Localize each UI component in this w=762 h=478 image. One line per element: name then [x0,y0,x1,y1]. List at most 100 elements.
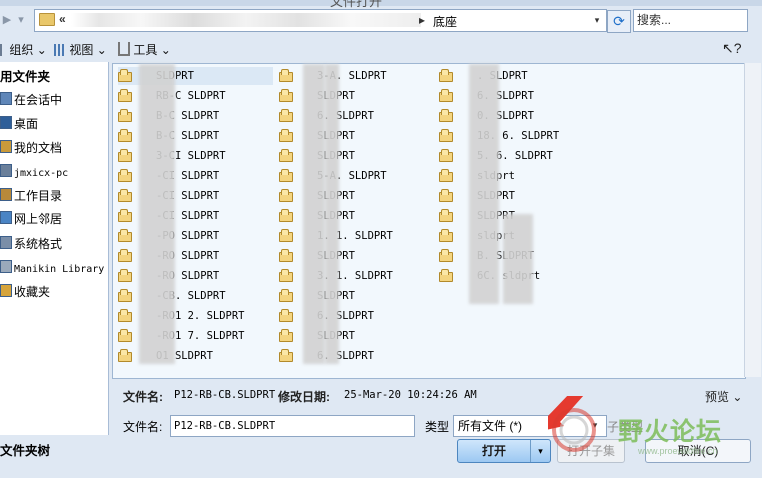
part-file-icon [279,169,293,182]
filename-label: 文件名: [123,420,163,434]
part-file-icon [279,269,293,282]
documents-icon [0,140,12,153]
file-item[interactable]: -RO1 2. SLDPRT [118,307,245,325]
sidebar-item-label: 桌面 [14,117,39,131]
part-file-icon [279,329,293,342]
view-icon [54,44,66,56]
part-file-icon [279,249,293,262]
watermark-url: www.proewildfire.cn [638,446,718,456]
part-file-icon [118,309,132,322]
part-file-icon [439,69,453,82]
organize-menu[interactable]: 组织 ⌄ [0,41,47,58]
part-file-icon [439,269,453,282]
sidebar-item-label: 在会话中 [14,93,63,107]
part-file-icon [279,129,293,142]
part-file-icon [118,149,132,162]
organize-icon [0,44,6,56]
details-modified-value: 25-Mar-20 10:24:26 AM [344,389,477,401]
part-file-icon [439,109,453,122]
watermark-text: 野火论坛 [618,418,723,446]
part-file-icon [118,89,132,102]
part-file-icon [439,249,453,262]
redaction-block [325,64,339,364]
tools-label: 工具 [133,43,158,57]
sidebar-item-label: jmxicx-pc [14,168,69,179]
sidebar-item-label: 工作目录 [14,189,63,203]
part-file-icon [118,209,132,222]
part-file-icon [118,249,132,262]
toolbar [0,37,762,61]
open-dropdown-icon[interactable]: ▾ [530,440,550,462]
sidebar-item-2[interactable]: 我的文档 [0,138,62,158]
part-file-icon [439,169,453,182]
part-file-icon [279,229,293,242]
sidebar-item-label: 我的文档 [14,141,63,155]
refresh-icon[interactable]: ⟳ [607,10,631,33]
redaction-block [303,64,325,364]
address-bar[interactable]: « ▸ 底座 [34,9,607,32]
sidebar-item-0[interactable]: 在会话中 [0,90,62,110]
redaction-block [503,214,533,304]
chevron-down-icon: ⌄ [160,43,171,57]
chevron-down-icon: ⌄ [96,43,107,57]
part-file-icon [439,89,453,102]
open-button[interactable]: 打开 ▾ [457,439,551,463]
chevron-left-icon[interactable]: « [59,12,66,26]
type-label: 类型 [425,420,450,434]
part-file-icon [118,289,132,302]
part-file-icon [279,109,293,122]
details-modified-label: 修改日期: [278,390,330,404]
common-folders-header: 用文件夹 [0,70,51,84]
redacted-path [71,13,421,27]
desktop-icon [0,116,12,129]
sidebar-item-7[interactable]: Manikin Library [0,258,104,278]
part-file-icon [279,289,293,302]
details-filename-value: P12-RB-CB.SLDPRT [174,389,276,401]
part-file-icon [439,149,453,162]
sidebar-item-4[interactable]: 工作目录 [0,186,62,206]
part-file-icon [279,349,293,362]
session-icon [0,92,12,105]
search-input[interactable]: 搜索... [633,9,748,32]
folder-icon [39,13,55,26]
vertical-scrollbar[interactable] [744,63,761,377]
address-dropdown-icon[interactable]: ▾ [590,10,604,31]
sidebar-item-label: 系统格式 [14,237,63,251]
network-icon [0,211,12,224]
sidebar-item-label: 网上邻居 [14,212,63,226]
view-menu[interactable]: 视图 ⌄ [54,41,107,58]
folder-tree-toggle[interactable]: 文件夹树 [0,440,50,459]
part-file-icon [118,189,132,202]
part-file-icon [439,129,453,142]
file-item[interactable]: 18. 6. SLDPRT [439,127,559,145]
redaction-block [139,64,175,364]
breadcrumb-current-folder[interactable]: 底座 [433,13,457,30]
manikin-icon [0,260,12,273]
organize-label: 组织 [9,43,34,57]
file-list[interactable]: SLDPRTRB-C SLDPRTB-C SLDPRTB-C SLDPRT3-C… [112,63,746,379]
favorites-icon [0,284,12,297]
chevron-down-icon: ⌄ [36,43,47,57]
sidebar-item-8[interactable]: 收藏夹 [0,282,50,302]
filename-input[interactable]: P12-RB-CB.SLDPRT [170,415,415,437]
redaction-block [469,64,499,304]
sidebar-item-3[interactable]: jmxicx-pc [0,162,68,182]
history-dropdown-icon[interactable]: ▾ [14,12,28,28]
system-format-icon [0,236,12,249]
part-file-icon [118,269,132,282]
sidebar-item-1[interactable]: 桌面 [0,114,38,134]
sidebar-item-5[interactable]: 网上邻居 [0,209,62,229]
view-label: 视图 [69,43,94,57]
part-file-icon [279,69,293,82]
sidebar-item-6[interactable]: 系统格式 [0,234,62,254]
computer-icon [0,164,12,177]
file-item[interactable]: -RO1 7. SLDPRT [118,327,245,345]
part-file-icon [118,129,132,142]
help-icon[interactable]: ↖? [722,40,742,57]
back-icon[interactable]: ▶ [0,12,14,28]
tools-menu[interactable]: 工具 ⌄ [118,41,171,58]
part-file-icon [118,169,132,182]
part-file-icon [439,229,453,242]
open-label: 打开 [481,444,506,458]
part-file-icon [279,89,293,102]
